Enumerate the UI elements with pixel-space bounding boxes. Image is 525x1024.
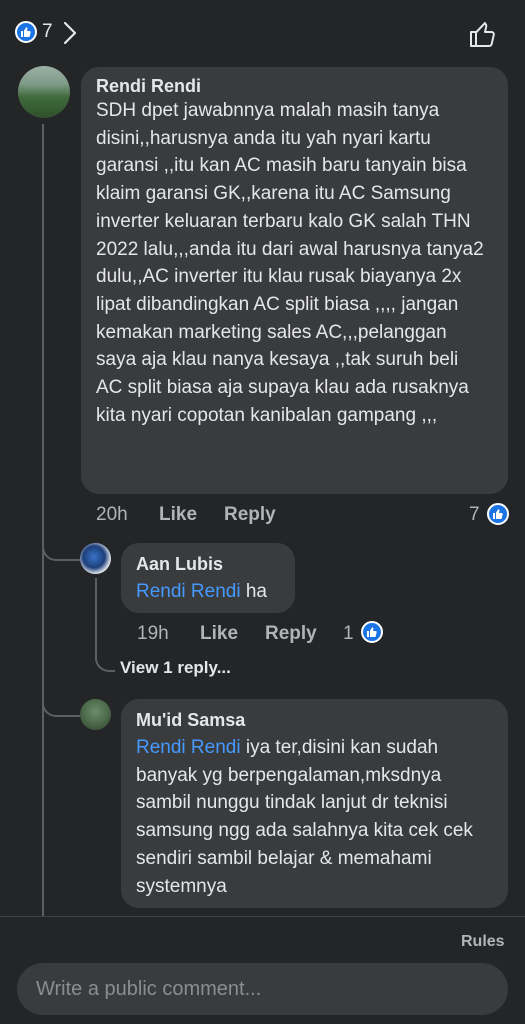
reply-connector [42,527,80,561]
reaction-count[interactable]: 7 [42,21,53,43]
thumbs-up-icon [361,621,383,643]
comment-like-button[interactable]: Like [159,504,197,526]
rules-link[interactable]: Rules [461,933,505,951]
reply-reaction-count[interactable]: 1 [343,623,354,645]
reply-text-body: iya ter,disini kan sudah banyak yg berpe… [136,737,473,897]
reply-text: Rendi Rendi ha [136,578,267,606]
comment-input[interactable] [34,976,508,1002]
comment-author[interactable]: Rendi Rendi [96,76,201,97]
like-reaction-badge [15,21,37,43]
reply-author[interactable]: Mu'id Samsa [136,710,245,731]
avatar-muid-samsa[interactable] [80,699,111,730]
reply-bubble[interactable]: Mu'id Samsa Rendi Rendi iya ter,disini k… [121,699,508,908]
view-replies-connector [95,650,115,672]
reply-author[interactable]: Aan Lubis [136,554,223,575]
thumbs-up-icon [21,27,31,37]
view-replies-link[interactable]: View 1 reply... [120,658,231,678]
comment-reaction-count[interactable]: 7 [469,504,480,526]
reply-time: 19h [137,623,169,644]
comment-composer[interactable] [17,963,508,1015]
reply-text: Rendi Rendi iya ter,disini kan sudah ban… [136,734,491,900]
mention-link[interactable]: Rendi Rendi [136,581,241,602]
comment-reply-button[interactable]: Reply [224,504,276,526]
reply-like-button[interactable]: Like [200,623,238,645]
thread-line [42,124,44,917]
mention-link[interactable]: Rendi Rendi [136,737,241,758]
thread-line [95,578,97,660]
thumbs-up-outline-icon[interactable] [468,19,498,49]
chevron-right-icon[interactable] [62,20,78,46]
comment-text: SDH dpet jawabnnya malah masih tanya dis… [96,100,484,426]
reply-text-body: ha [245,581,267,602]
avatar-aan-lubis[interactable] [80,543,111,574]
footer-divider [0,916,525,917]
reply-bubble[interactable]: Aan Lubis Rendi Rendi ha [121,543,295,613]
avatar-rendi-rendi[interactable] [18,66,70,118]
comment-bubble[interactable]: Rendi Rendi SDH dpet jawabnnya malah mas… [81,67,508,494]
reply-connector [42,681,80,717]
thumbs-up-icon [487,503,509,525]
comment-time: 20h [96,504,128,525]
reply-reply-button[interactable]: Reply [265,623,317,645]
